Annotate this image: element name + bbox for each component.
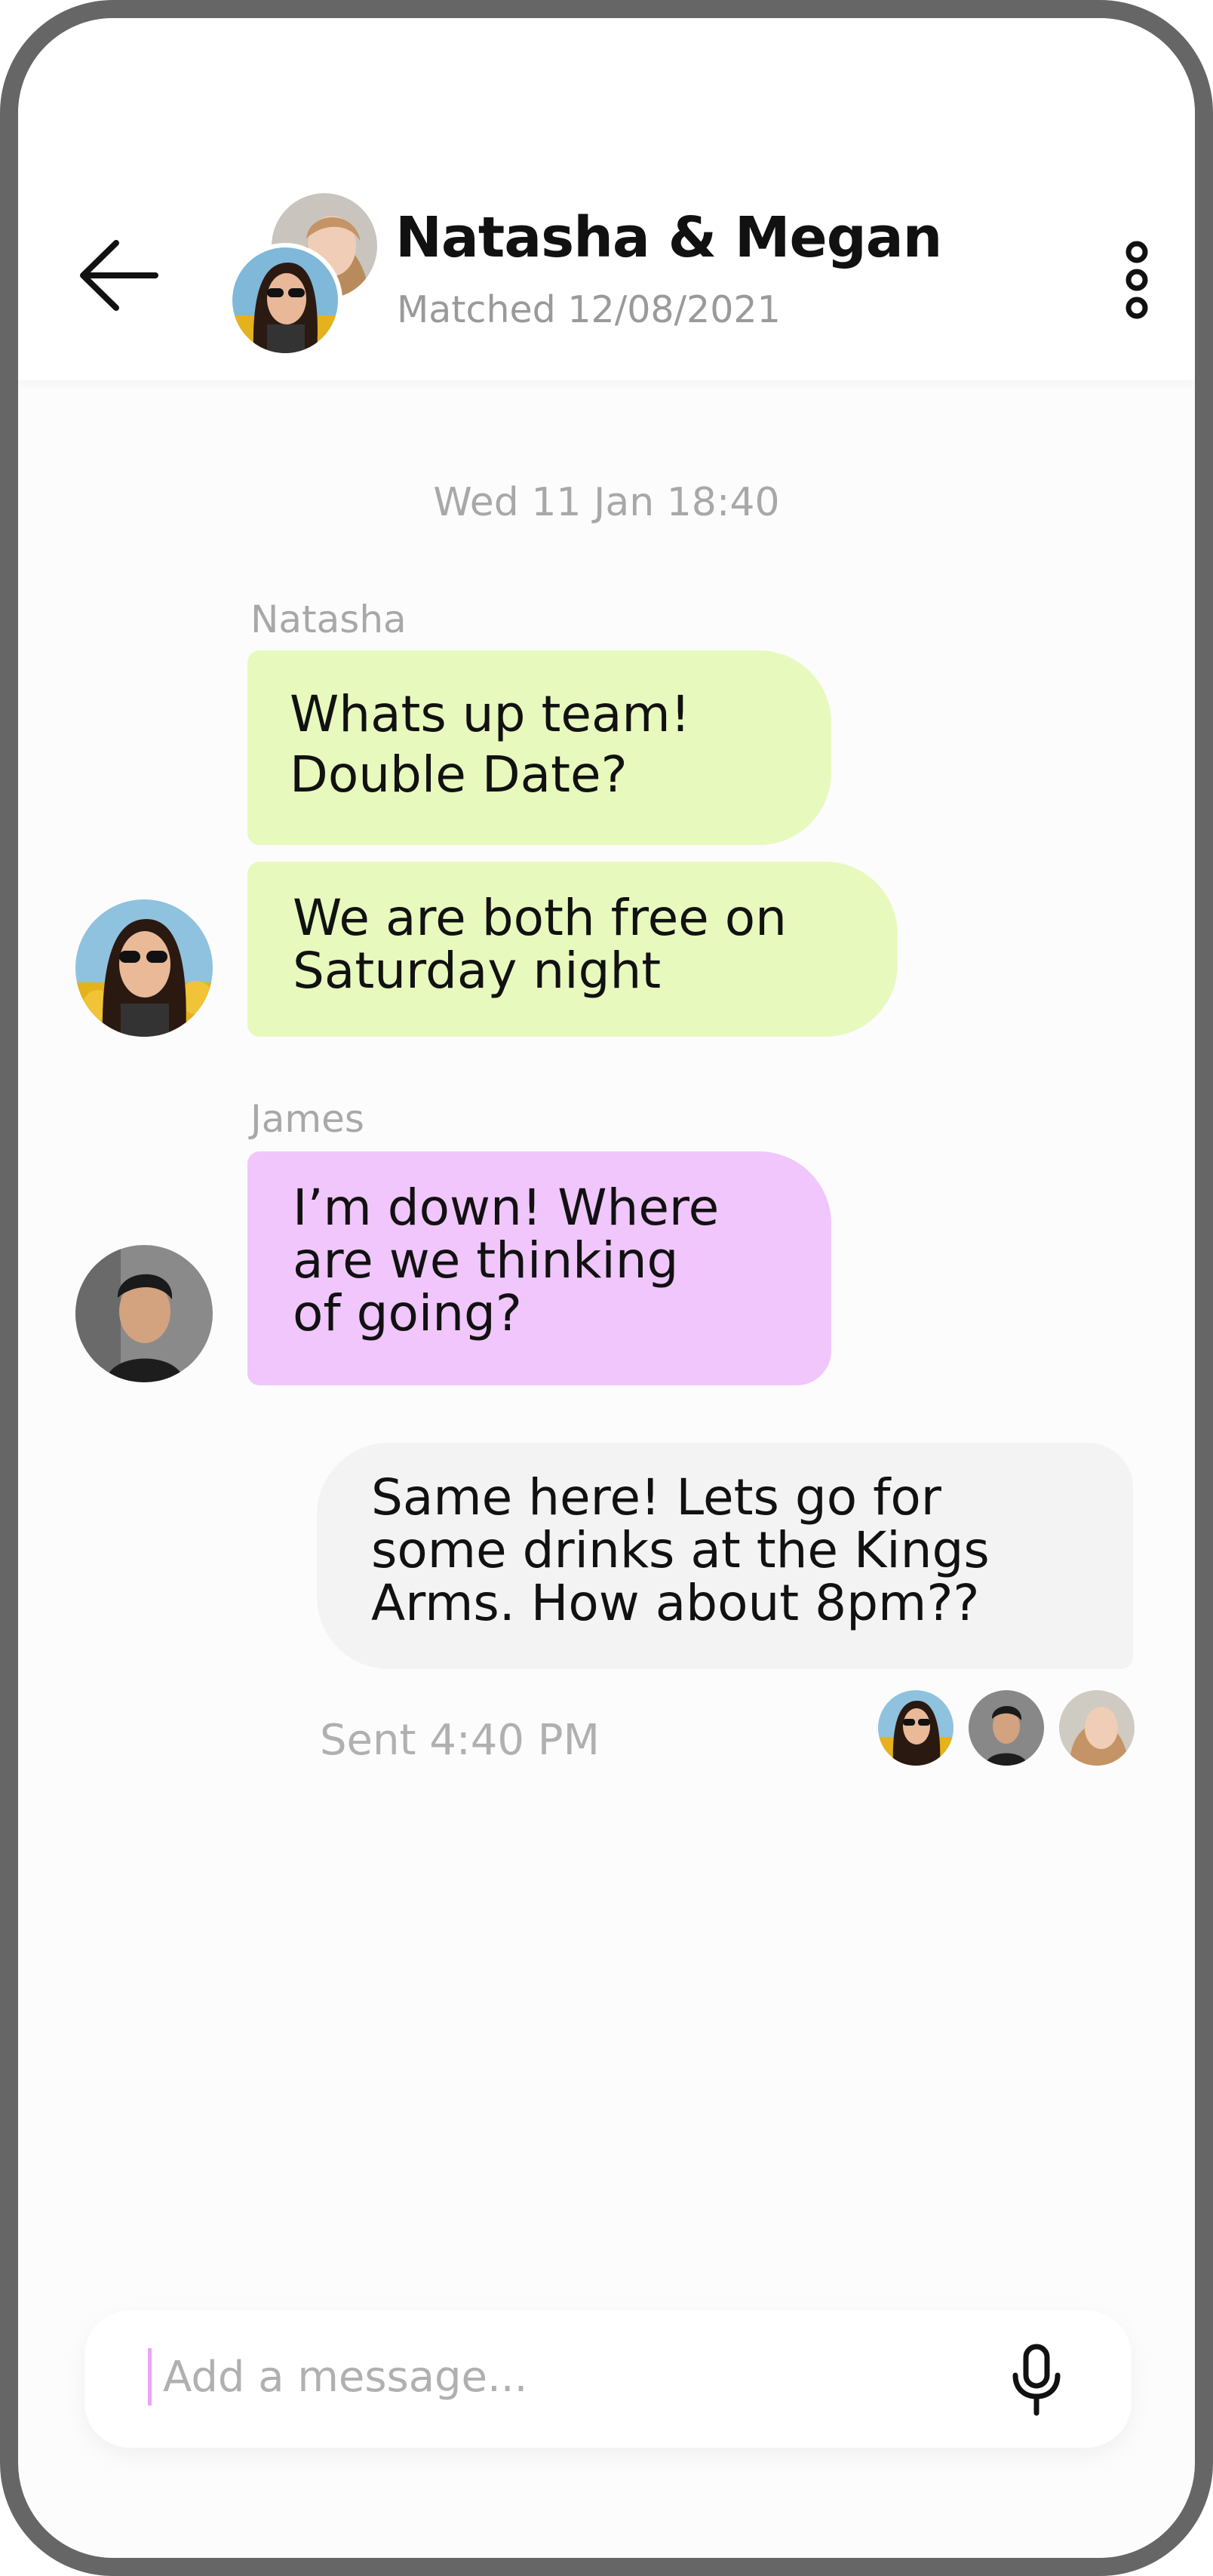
date-separator: Wed 11 Jan 18:40 bbox=[433, 480, 780, 525]
read-receipt-natasha bbox=[878, 1690, 954, 1766]
phone-frame: Natasha & Megan Matched 12/08/2021 Wed 1… bbox=[0, 0, 1213, 2576]
chat-header: Natasha & Megan Matched 12/08/2021 bbox=[18, 18, 1195, 380]
avatar-natasha bbox=[75, 899, 213, 1037]
read-receipt-megan bbox=[1059, 1690, 1135, 1766]
message-input[interactable]: Add a message... bbox=[163, 2353, 527, 2402]
message-line: some drinks at the Kings bbox=[371, 1521, 990, 1579]
text-caret bbox=[148, 2348, 152, 2405]
message-line: We are both free on bbox=[293, 889, 787, 947]
avatar-natasha bbox=[228, 243, 342, 358]
message-bubble[interactable]: I’m down! Where are we thinking of going… bbox=[247, 1151, 831, 1385]
sender-name: Natasha bbox=[250, 598, 407, 641]
chat-title: Natasha & Megan bbox=[395, 205, 942, 270]
microphone-icon[interactable] bbox=[1006, 2342, 1067, 2418]
message-line: Whats up team! bbox=[290, 685, 691, 743]
message-bubble-outgoing[interactable]: Same here! Lets go for some drinks at th… bbox=[317, 1443, 1133, 1669]
match-date: Matched 12/08/2021 bbox=[397, 288, 781, 331]
arrow-left-icon[interactable] bbox=[72, 234, 163, 317]
message-composer: Add a message... bbox=[84, 2310, 1132, 2448]
read-receipt-james bbox=[969, 1690, 1044, 1766]
message-line: I’m down! Where bbox=[293, 1179, 720, 1237]
message-line: Arms. How about 8pm?? bbox=[371, 1574, 980, 1632]
message-line: Double Date? bbox=[290, 745, 628, 804]
more-vertical-icon[interactable] bbox=[1110, 238, 1163, 321]
message-bubble[interactable]: Whats up team! Double Date? bbox=[247, 650, 831, 845]
message-line: Same here! Lets go for bbox=[371, 1468, 941, 1526]
avatar-james bbox=[75, 1245, 213, 1382]
sent-status: Sent 4:40 PM bbox=[320, 1716, 600, 1765]
message-bubble[interactable]: We are both free on Saturday night bbox=[247, 862, 898, 1037]
message-line: Saturday night bbox=[293, 942, 662, 1000]
message-line: of going? bbox=[293, 1284, 522, 1342]
message-line: are we thinking bbox=[293, 1231, 679, 1290]
sender-name: James bbox=[250, 1097, 364, 1141]
